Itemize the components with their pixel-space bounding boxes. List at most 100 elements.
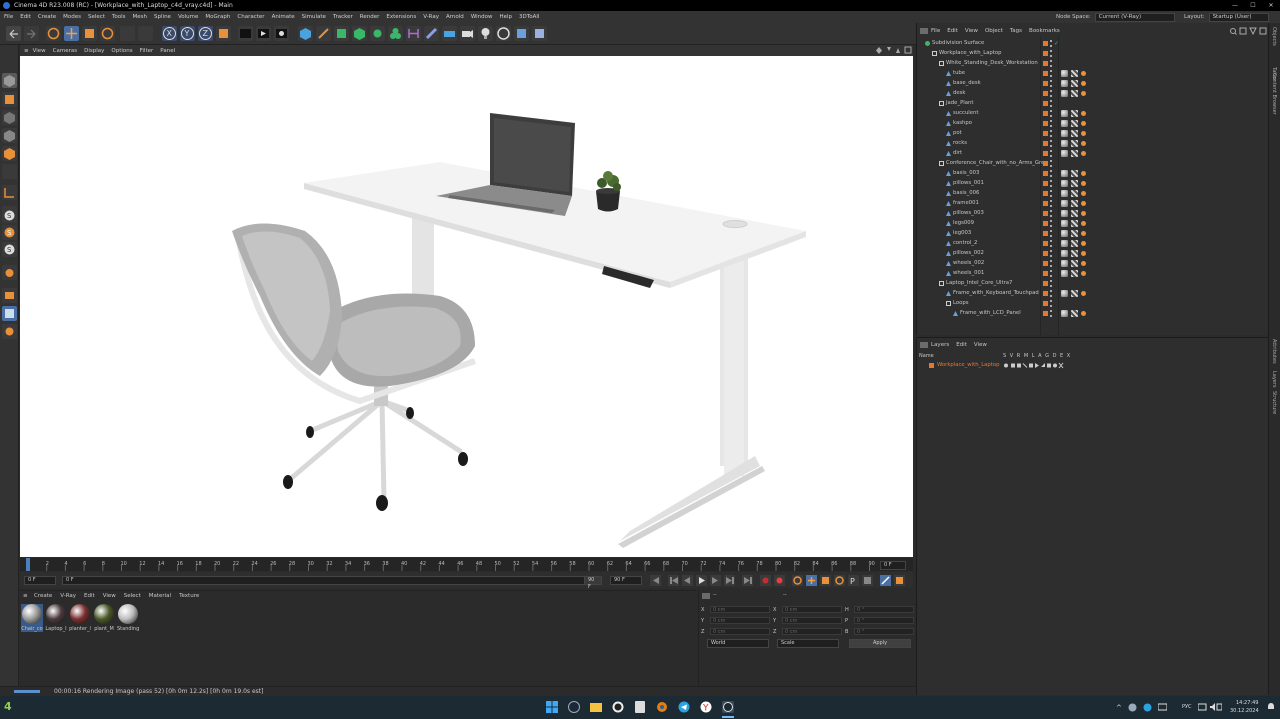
layer-color-swatch[interactable] [1043, 100, 1048, 106]
workplane-icon[interactable]: S [2, 225, 17, 240]
model-mode-icon[interactable] [2, 73, 17, 88]
menu-item[interactable]: Select [88, 14, 105, 20]
paint-icon[interactable] [2, 288, 17, 303]
visibility-toggle[interactable] [1050, 199, 1052, 207]
menu-item[interactable]: 3DToAll [519, 14, 539, 20]
apply-button[interactable]: Apply [849, 639, 911, 648]
object-menu-item[interactable]: Tags [1010, 28, 1022, 34]
menu-item[interactable]: Volume [178, 14, 198, 20]
menu-item[interactable]: Tools [112, 14, 126, 20]
uvw-tag-icon[interactable] [1071, 259, 1078, 267]
coord-value-field[interactable]: 0 cm [782, 628, 842, 635]
layer-color-swatch[interactable] [1043, 170, 1048, 176]
material-tag-icon[interactable] [1061, 189, 1068, 197]
material-swatch[interactable]: plant_M [93, 604, 115, 632]
redo-icon[interactable] [24, 26, 39, 41]
viewport-menu-icon[interactable]: ≡ [24, 48, 29, 54]
visibility-toggle[interactable] [1050, 39, 1052, 47]
material-tag-icon[interactable] [1061, 109, 1068, 117]
visibility-toggle[interactable] [1050, 179, 1052, 187]
visibility-toggle[interactable] [1050, 159, 1052, 167]
uvw-tag-icon[interactable] [1071, 229, 1078, 237]
object-row[interactable]: desk [917, 88, 1269, 98]
menu-item[interactable]: Arnold [446, 14, 464, 20]
uvw-tag-icon[interactable] [1071, 199, 1078, 207]
uvw-tag-icon[interactable] [1071, 89, 1078, 97]
phong-tag-icon[interactable] [1081, 210, 1086, 216]
recent-tools-2-icon[interactable] [138, 26, 153, 41]
phong-tag-icon[interactable] [1081, 240, 1086, 246]
menu-item[interactable]: Render [360, 14, 380, 20]
object-row[interactable]: basis_003 [917, 168, 1269, 178]
material-swatch[interactable]: planter_l [69, 604, 91, 632]
visibility-toggle[interactable] [1050, 129, 1052, 137]
phong-tag-icon[interactable] [1081, 260, 1086, 266]
object-manager-tools[interactable] [1229, 27, 1267, 35]
phong-tag-icon[interactable] [1081, 170, 1086, 176]
pen-spline-icon[interactable] [316, 26, 331, 41]
material-tag-icon[interactable] [1061, 219, 1068, 227]
layer-color-swatch[interactable] [1043, 310, 1048, 316]
blender-icon[interactable] [656, 701, 668, 713]
material-tag-icon[interactable] [1061, 259, 1068, 267]
layer-color-swatch[interactable] [1043, 180, 1048, 186]
yandex-browser-icon[interactable]: Y [700, 701, 712, 714]
move-icon[interactable] [64, 26, 79, 41]
layer-color-swatch[interactable] [1043, 200, 1048, 206]
timeline-ruler[interactable]: 0246810121416182022242628303234363840424… [20, 558, 913, 571]
subdivision-icon[interactable] [334, 26, 349, 41]
wifi-volume-icons[interactable] [1198, 702, 1222, 712]
visibility-toggle[interactable] [1050, 119, 1052, 127]
material-tag-icon[interactable] [1061, 139, 1068, 147]
material-tag-icon[interactable] [1061, 199, 1068, 207]
render-picture-viewer-icon[interactable] [256, 26, 271, 41]
coord-mode-dropdown[interactable]: World [707, 639, 769, 648]
uvw-tag-icon[interactable] [1071, 209, 1078, 217]
object-row[interactable]: Loops [917, 298, 1269, 308]
lock-workplane-icon[interactable] [2, 324, 17, 339]
phong-tag-icon[interactable] [1081, 140, 1086, 146]
viewport-menu-item[interactable]: Display [84, 48, 104, 54]
scene-icon[interactable] [424, 26, 439, 41]
scale-icon[interactable] [82, 26, 97, 41]
layer-color-swatch[interactable] [1043, 130, 1048, 136]
object-row[interactable]: Frame_with_Keyboard_Touchpad [917, 288, 1269, 298]
phong-tag-icon[interactable] [1081, 230, 1086, 236]
coord-value-field[interactable]: 0 cm [782, 617, 842, 624]
phong-tag-icon[interactable] [1081, 80, 1086, 86]
coord-value-field[interactable]: 0 cm [710, 628, 770, 635]
visibility-toggle[interactable] [1050, 229, 1052, 237]
menu-item[interactable]: Spline [154, 14, 171, 20]
object-row[interactable]: Laptop_Intel_Core_Ultra7 [917, 278, 1269, 288]
material-menu-item[interactable]: Select [124, 593, 141, 599]
object-row[interactable]: control_2 [917, 238, 1269, 248]
side-tab[interactable]: Structure [1271, 391, 1277, 414]
visibility-toggle[interactable] [1050, 49, 1052, 57]
polygons-mode-icon[interactable] [2, 146, 17, 161]
visibility-toggle[interactable] [1050, 219, 1052, 227]
system-tray[interactable]: ^ [1116, 702, 1176, 713]
3d-viewport[interactable] [20, 56, 913, 557]
minimize-button[interactable]: — [1226, 0, 1244, 11]
object-menu-item[interactable]: Edit [947, 28, 958, 34]
material-tag-icon[interactable] [1061, 79, 1068, 87]
coord-value-field[interactable]: 0 cm [782, 606, 842, 613]
uvw-tag-icon[interactable] [1071, 249, 1078, 257]
layer-color-swatch[interactable] [1043, 110, 1048, 116]
cloner-icon[interactable] [370, 26, 385, 41]
object-row[interactable]: legs009 [917, 218, 1269, 228]
uvw-tag-icon[interactable] [1071, 169, 1078, 177]
menu-item[interactable]: Window [471, 14, 493, 20]
phong-tag-icon[interactable] [1081, 120, 1086, 126]
quantize-icon[interactable]: S [2, 242, 17, 257]
material-tag-icon[interactable] [1061, 69, 1068, 77]
uvw-tag-icon[interactable] [1071, 219, 1078, 227]
render-view-icon[interactable] [238, 26, 253, 41]
object-row[interactable]: pillows_003 [917, 208, 1269, 218]
visibility-toggle[interactable] [1050, 139, 1052, 147]
undo-icon[interactable] [6, 26, 21, 41]
light-icon[interactable] [478, 26, 493, 41]
object-row[interactable]: basis_006 [917, 188, 1269, 198]
coord-value-field[interactable]: 0 cm [710, 606, 770, 613]
material-menu-item[interactable]: View [103, 593, 116, 599]
